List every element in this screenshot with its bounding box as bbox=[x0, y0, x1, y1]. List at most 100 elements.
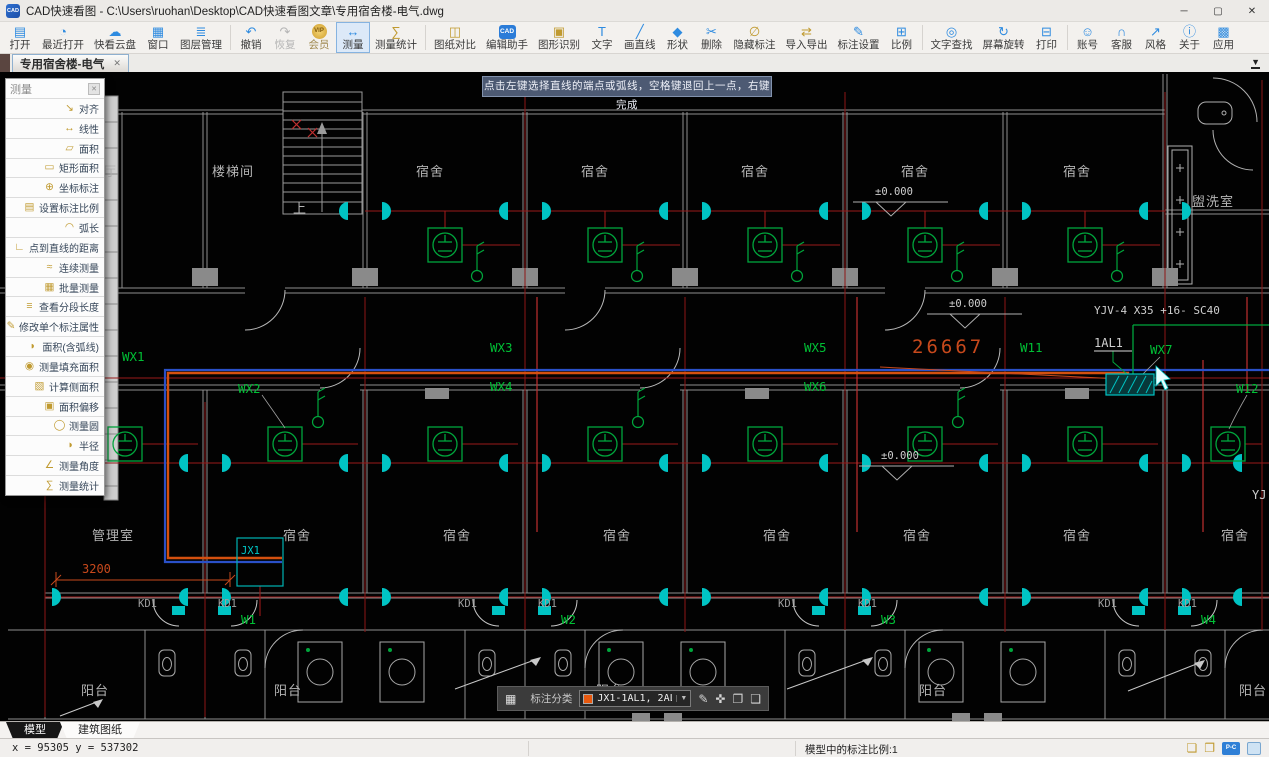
measure-item-arc-length[interactable]: ◠弧长 bbox=[6, 217, 104, 237]
measure-item-modify-single[interactable]: ✎修改单个标注属性 bbox=[6, 316, 104, 336]
measure-item-align[interactable]: ↘对齐 bbox=[6, 98, 104, 118]
measure-stats-icon: ∑ bbox=[391, 24, 400, 39]
paste-annotation-icon[interactable]: ❑ bbox=[750, 692, 761, 706]
measure-item-segment-length[interactable]: ≡查看分段长度 bbox=[6, 296, 104, 316]
toolbar-button-account[interactable]: ☺账号 bbox=[1071, 22, 1105, 53]
main-toolbar: ▤打开 ◔最近打开 ☁快看云盘 ▦窗口 ≣图层管理 ↶撤销 ↷恢复 VIP会员 … bbox=[0, 22, 1269, 54]
close-button[interactable]: ✕ bbox=[1235, 0, 1269, 22]
device-label-jx1: JX1 bbox=[241, 545, 260, 557]
measure-item-batch[interactable]: ▦批量测量 bbox=[6, 277, 104, 297]
measure-icon: ↔ bbox=[347, 24, 360, 39]
measure-item-area-arc[interactable]: ◗面积(含弧线) bbox=[6, 336, 104, 356]
toolbar-button-vip-member[interactable]: VIP会员 bbox=[302, 22, 336, 53]
grid-icon[interactable]: ▦ bbox=[505, 692, 516, 706]
measure-item-linear[interactable]: ↔线性 bbox=[6, 118, 104, 138]
toolbar-button-about[interactable]: ⓘ关于 bbox=[1173, 22, 1207, 53]
circuit-label-wx2: WX2 bbox=[238, 381, 261, 396]
toolbar-button-text-search[interactable]: ◎文字查找 bbox=[926, 22, 978, 53]
tab-overflow-caret-icon[interactable]: ▼ bbox=[1251, 57, 1260, 69]
measure-panel: 测量 ✕ ↘对齐 ↔线性 ▱面积 ▭矩形面积 ⊕坐标标注 ▤设置标注比例 ◠弧长… bbox=[5, 78, 105, 496]
toolbar-button-shape-recognition[interactable]: ▣图形识别 bbox=[533, 22, 585, 53]
toolbar-button-shapes[interactable]: ◆形状 bbox=[661, 22, 695, 53]
toolbar-button-draw-line-label: 画直线 bbox=[624, 39, 656, 51]
toolbar-button-draw-line[interactable]: ╱画直线 bbox=[619, 22, 661, 53]
toolbar-button-open-label: 打开 bbox=[10, 39, 31, 51]
cad-drawing[interactable]: ±0.000 ±0.000 ±0.000 bbox=[0, 72, 1269, 721]
measure-item-fill-area[interactable]: ◉测量填充面积 bbox=[6, 356, 104, 376]
measure-item-continuous[interactable]: ≈连续测量 bbox=[6, 257, 104, 277]
measure-panel-header[interactable]: 测量 ✕ bbox=[6, 79, 104, 98]
measure-item-angle[interactable]: ∠测量角度 bbox=[6, 455, 104, 475]
toolbar-button-print[interactable]: ⊟打印 bbox=[1030, 22, 1064, 53]
toolbar-button-apps[interactable]: ▩应用 bbox=[1207, 22, 1241, 53]
window-mode-icon[interactable] bbox=[1247, 742, 1261, 755]
elevation-label: ±0.000 bbox=[881, 450, 919, 462]
pc-transfer-icon[interactable]: P-C bbox=[1222, 742, 1240, 755]
toolbar-button-import-export[interactable]: ⇄导入导出 bbox=[781, 22, 833, 53]
toolbar-button-undo[interactable]: ↶撤销 bbox=[234, 22, 268, 53]
toolbar-button-annotation-settings[interactable]: ✎标注设置 bbox=[833, 22, 885, 53]
measure-item-stats-label: 测量统计 bbox=[59, 478, 99, 493]
maximize-button[interactable]: ▢ bbox=[1201, 0, 1235, 22]
chevron-down-icon[interactable]: ▼ bbox=[676, 695, 687, 702]
toolbar-button-shape-recognition-label: 图形识别 bbox=[538, 39, 580, 51]
toolbar-button-apps-label: 应用 bbox=[1213, 39, 1234, 51]
circuit-label-w12: W12 bbox=[1236, 381, 1259, 396]
toolbar-button-erase[interactable]: ✂删除 bbox=[695, 22, 729, 53]
measure-item-set-scale[interactable]: ▤设置标注比例 bbox=[6, 197, 104, 217]
device-label-kd1: KD1 bbox=[778, 598, 797, 610]
fill-area-icon: ◉ bbox=[23, 361, 36, 372]
toolbar-button-screen-rotate[interactable]: ↻屏幕旋转 bbox=[978, 22, 1030, 53]
toolbar-button-layer-manager[interactable]: ≣图层管理 bbox=[175, 22, 227, 53]
tab-building-drawing[interactable]: 建筑图纸 bbox=[60, 722, 140, 739]
measure-panel-close-icon[interactable]: ✕ bbox=[88, 83, 100, 95]
toolbar-button-support[interactable]: ∩客服 bbox=[1105, 22, 1139, 53]
toolbar-button-measure-stats[interactable]: ∑测量统计 bbox=[370, 22, 422, 53]
measure-item-area-arc-label: 面积(含弧线) bbox=[42, 339, 99, 354]
measurement-value-26667[interactable]: 26667 bbox=[912, 336, 984, 358]
measure-item-stats[interactable]: ∑测量统计 bbox=[6, 475, 104, 495]
measure-item-circle[interactable]: ◯测量圆 bbox=[6, 416, 104, 436]
minimize-button[interactable]: ─ bbox=[1167, 0, 1201, 22]
toolbar-button-window[interactable]: ▦窗口 bbox=[141, 22, 175, 53]
toolbar-button-scale[interactable]: ⊞比例 bbox=[885, 22, 919, 53]
measure-item-coordinate[interactable]: ⊕坐标标注 bbox=[6, 177, 104, 197]
tab-model[interactable]: 模型 bbox=[6, 722, 64, 739]
text-icon: T bbox=[598, 24, 606, 39]
wall-section-strip bbox=[104, 96, 118, 500]
measure-item-area[interactable]: ▱面积 bbox=[6, 138, 104, 158]
measure-item-radius[interactable]: ◑半径 bbox=[6, 435, 104, 455]
drawing-canvas[interactable]: ±0.000 ±0.000 ±0.000 bbox=[0, 72, 1269, 721]
annotation-class-dropdown[interactable]: JX1-1AL1, 2AL1 ▼ bbox=[579, 690, 691, 707]
export-pdf-icon[interactable]: ❐ bbox=[1204, 741, 1215, 755]
toolbar-button-recent-open[interactable]: ◔最近打开 bbox=[37, 22, 89, 53]
copy-annotation-icon[interactable]: ❐ bbox=[732, 692, 743, 706]
toolbar-button-style[interactable]: ↗风格 bbox=[1139, 22, 1173, 53]
toolbar-button-open[interactable]: ▤打开 bbox=[3, 22, 37, 53]
room-label-dorm: 宿舍 bbox=[443, 528, 471, 544]
measure-item-area-offset[interactable]: ▣面积偏移 bbox=[6, 396, 104, 416]
measure-item-point-to-line[interactable]: ∟点到直线的距离 bbox=[6, 237, 104, 257]
toolbar-button-hide-annotation[interactable]: ∅隐藏标注 bbox=[729, 22, 781, 53]
move-annotation-icon[interactable]: ✜ bbox=[715, 692, 725, 706]
toolbar-button-drawing-compare[interactable]: ◫图纸对比 bbox=[429, 22, 481, 53]
measure-item-batch-label: 批量测量 bbox=[59, 280, 99, 295]
shape-recognition-icon: ▣ bbox=[553, 24, 565, 39]
circuit-label-wx7: WX7 bbox=[1150, 342, 1173, 357]
device-label-kd1: KD1 bbox=[858, 598, 877, 610]
dimension-value-3200: 3200 bbox=[82, 562, 111, 576]
measure-item-side-area[interactable]: ▧计算侧面积 bbox=[6, 376, 104, 396]
status-bar: x = 95305 y = 537302 模型中的标注比例:1 ❏ ❐ P-C bbox=[0, 738, 1269, 757]
toolbar-button-scale-label: 比例 bbox=[891, 39, 912, 51]
toolbar-button-redo[interactable]: ↷恢复 bbox=[268, 22, 302, 53]
room-label-balcony: 阳台 bbox=[1239, 684, 1267, 699]
toolbar-button-cloud-drive[interactable]: ☁快看云盘 bbox=[89, 22, 141, 53]
toolbar-button-text[interactable]: T文字 bbox=[585, 22, 619, 53]
toolbar-button-edit-assistant[interactable]: CAD编辑助手 bbox=[481, 22, 533, 53]
tab-close-icon[interactable]: ✕ bbox=[113, 58, 121, 69]
measure-item-rect-area[interactable]: ▭矩形面积 bbox=[6, 158, 104, 178]
toolbar-button-measure[interactable]: ↔测量 bbox=[336, 22, 370, 53]
edit-annotation-icon[interactable]: ✎ bbox=[698, 692, 708, 706]
export-image-icon[interactable]: ❏ bbox=[1186, 741, 1197, 755]
document-tab[interactable]: 专用宿舍楼-电气 ✕ bbox=[12, 54, 129, 72]
